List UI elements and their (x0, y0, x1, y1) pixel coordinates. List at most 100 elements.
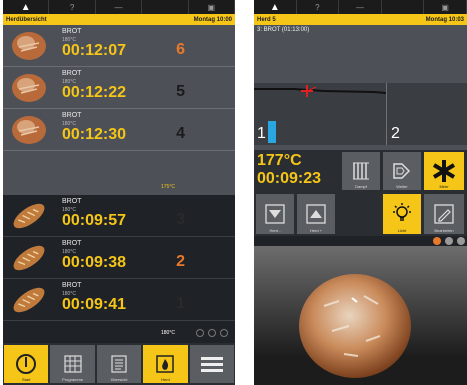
lower-chamber-temp: 180°C (161, 330, 175, 336)
list-item[interactable]: BROT 180°C 00:09:38 2 (3, 237, 235, 279)
arrow-up-icon (306, 204, 326, 224)
status-cell (382, 0, 425, 14)
slot-number: 6 (176, 41, 185, 58)
oven-camera-view (254, 246, 467, 385)
nav-overview-button[interactable]: Übersicht (96, 345, 142, 383)
help-icon[interactable]: ? (297, 0, 340, 14)
long-bread-icon (13, 245, 45, 271)
long-bread-icon (13, 203, 45, 229)
upper-chamber-temp: 175°C (161, 184, 175, 190)
timer: 00:09:57 (62, 212, 127, 229)
baking-graph: 3: BROT (01:13:00) 1 2 (254, 25, 467, 150)
help-icon[interactable]: ? (49, 0, 96, 14)
list-item[interactable]: BROT 180°C 00:09:41 1 (3, 279, 235, 321)
page-title: Herdübersicht (6, 16, 47, 23)
timer: 00:12:07 (62, 42, 127, 59)
button-label: Weiter (396, 184, 408, 189)
settings-icon[interactable]: ▣ (424, 0, 467, 14)
arrow-down-icon (265, 204, 285, 224)
arrow-right-icon (393, 163, 411, 179)
button-label: Herd + (309, 228, 323, 233)
steam-icon (353, 162, 369, 180)
title-bar: Herd 5 Montag 10:03 (254, 14, 467, 25)
warning-icon[interactable]: ▲ (3, 0, 50, 14)
status-dots-icon (196, 329, 228, 337)
bread-loaf-image (299, 274, 411, 378)
settings-icon[interactable]: ▣ (189, 0, 235, 14)
light-button[interactable]: Licht (383, 194, 421, 234)
round-bread-icon (12, 32, 46, 60)
flame-icon (156, 355, 175, 373)
title-bar: Herdübersicht Montag 10:00 (3, 14, 235, 25)
nav-label: Übersicht (110, 377, 128, 382)
list-item[interactable]: BROT 180°C 00:09:57 3 (3, 195, 235, 237)
button-label: Dampf (355, 184, 367, 189)
button-label: Herd - (269, 228, 281, 233)
progress-bar (268, 121, 276, 143)
star-button[interactable]: Mehr (424, 152, 464, 190)
oven-status-panel: 177°C 00:09:23 Dampf Weiter Mehr (254, 150, 467, 192)
list-item[interactable]: BROT 180°C 00:12:22 5 (3, 67, 235, 109)
oven-overview-screen: ▲ ? — ▣ Herdübersicht Montag 10:00 BROT … (3, 0, 235, 385)
edit-button[interactable]: Bearbeiten (424, 194, 464, 234)
lower-chamber-list: BROT 180°C 00:09:57 3 BROT 180°C 00:09:3… (3, 195, 235, 343)
slot-number: 1 (176, 295, 185, 312)
product-name: BROT (62, 198, 82, 205)
edit-icon (434, 204, 454, 224)
list-item[interactable]: BROT 180°C 00:12:07 6 (3, 25, 235, 67)
timer: 00:09:41 (62, 296, 127, 313)
chamber-number: 1 (257, 125, 266, 142)
oven-up-button[interactable]: Herd + (297, 194, 335, 234)
warning-icon[interactable]: ▲ (254, 0, 297, 14)
product-name: BROT (62, 240, 82, 247)
current-temperature: 177°C (257, 152, 302, 169)
round-bread-icon (12, 74, 46, 102)
clock: Montag 10:00 (193, 16, 232, 23)
baking-phase: 3: BROT (01:13:00) (257, 27, 310, 33)
list-item[interactable]: BROT 180°C 00:12:30 4 (3, 109, 235, 151)
alarm-icon[interactable] (433, 237, 441, 245)
product-name: BROT (62, 112, 82, 119)
steam-button[interactable]: Dampf (342, 152, 380, 190)
status-bar: ▲ ? — ▣ (3, 0, 235, 14)
oven-down-button[interactable]: Herd - (256, 194, 294, 234)
temperature-curve (254, 85, 387, 97)
timer: 00:12:22 (62, 84, 127, 101)
remaining-time: 00:09:23 (257, 170, 322, 187)
nav-oven-button[interactable]: Herd (143, 345, 188, 383)
button-label: Licht (397, 228, 407, 233)
nav-programs-button[interactable]: Programme (50, 345, 95, 383)
button-label: Bearbeiten (434, 228, 454, 233)
control-panel: Herd - Herd + Licht Bearbeiten (254, 192, 467, 236)
clock: Montag 10:03 (425, 16, 464, 23)
upper-chamber-list: BROT 180°C 00:12:07 6 BROT 180°C 00:12:2… (3, 25, 235, 195)
nav-label: Herd (161, 377, 170, 382)
bottom-nav: Start Programme Übersicht Herd (3, 343, 235, 385)
long-bread-icon (13, 287, 45, 313)
grid-icon (64, 355, 82, 373)
next-button[interactable]: Weiter (383, 152, 421, 190)
button-label: Mehr (439, 184, 449, 189)
product-name: BROT (62, 28, 82, 35)
chamber-plot: 1 2 (254, 83, 467, 145)
nav-start-button[interactable]: Start (4, 345, 49, 383)
nav-menu-button[interactable] (189, 345, 235, 383)
camera-icon[interactable] (457, 237, 465, 245)
status-bar: ▲ ? — ▣ (254, 0, 467, 14)
chamber-separator (386, 83, 387, 145)
status-icon-bar (254, 236, 467, 246)
oven-detail-screen: ▲ ? — ▣ Herd 5 Montag 10:03 3: BROT (01:… (254, 0, 467, 385)
product-name: BROT (62, 282, 82, 289)
asterisk-icon (432, 160, 456, 182)
timer: 00:12:30 (62, 126, 127, 143)
timer: 00:09:38 (62, 254, 127, 271)
info-icon[interactable] (445, 237, 453, 245)
chamber-number: 2 (391, 125, 400, 142)
round-bread-icon (12, 116, 46, 144)
status-cell (142, 0, 189, 14)
product-name: BROT (62, 70, 82, 77)
menu-icon (200, 357, 223, 372)
light-bulb-icon (393, 203, 411, 221)
nav-label: Start (21, 377, 31, 382)
page-title: Herd 5 (257, 16, 276, 23)
